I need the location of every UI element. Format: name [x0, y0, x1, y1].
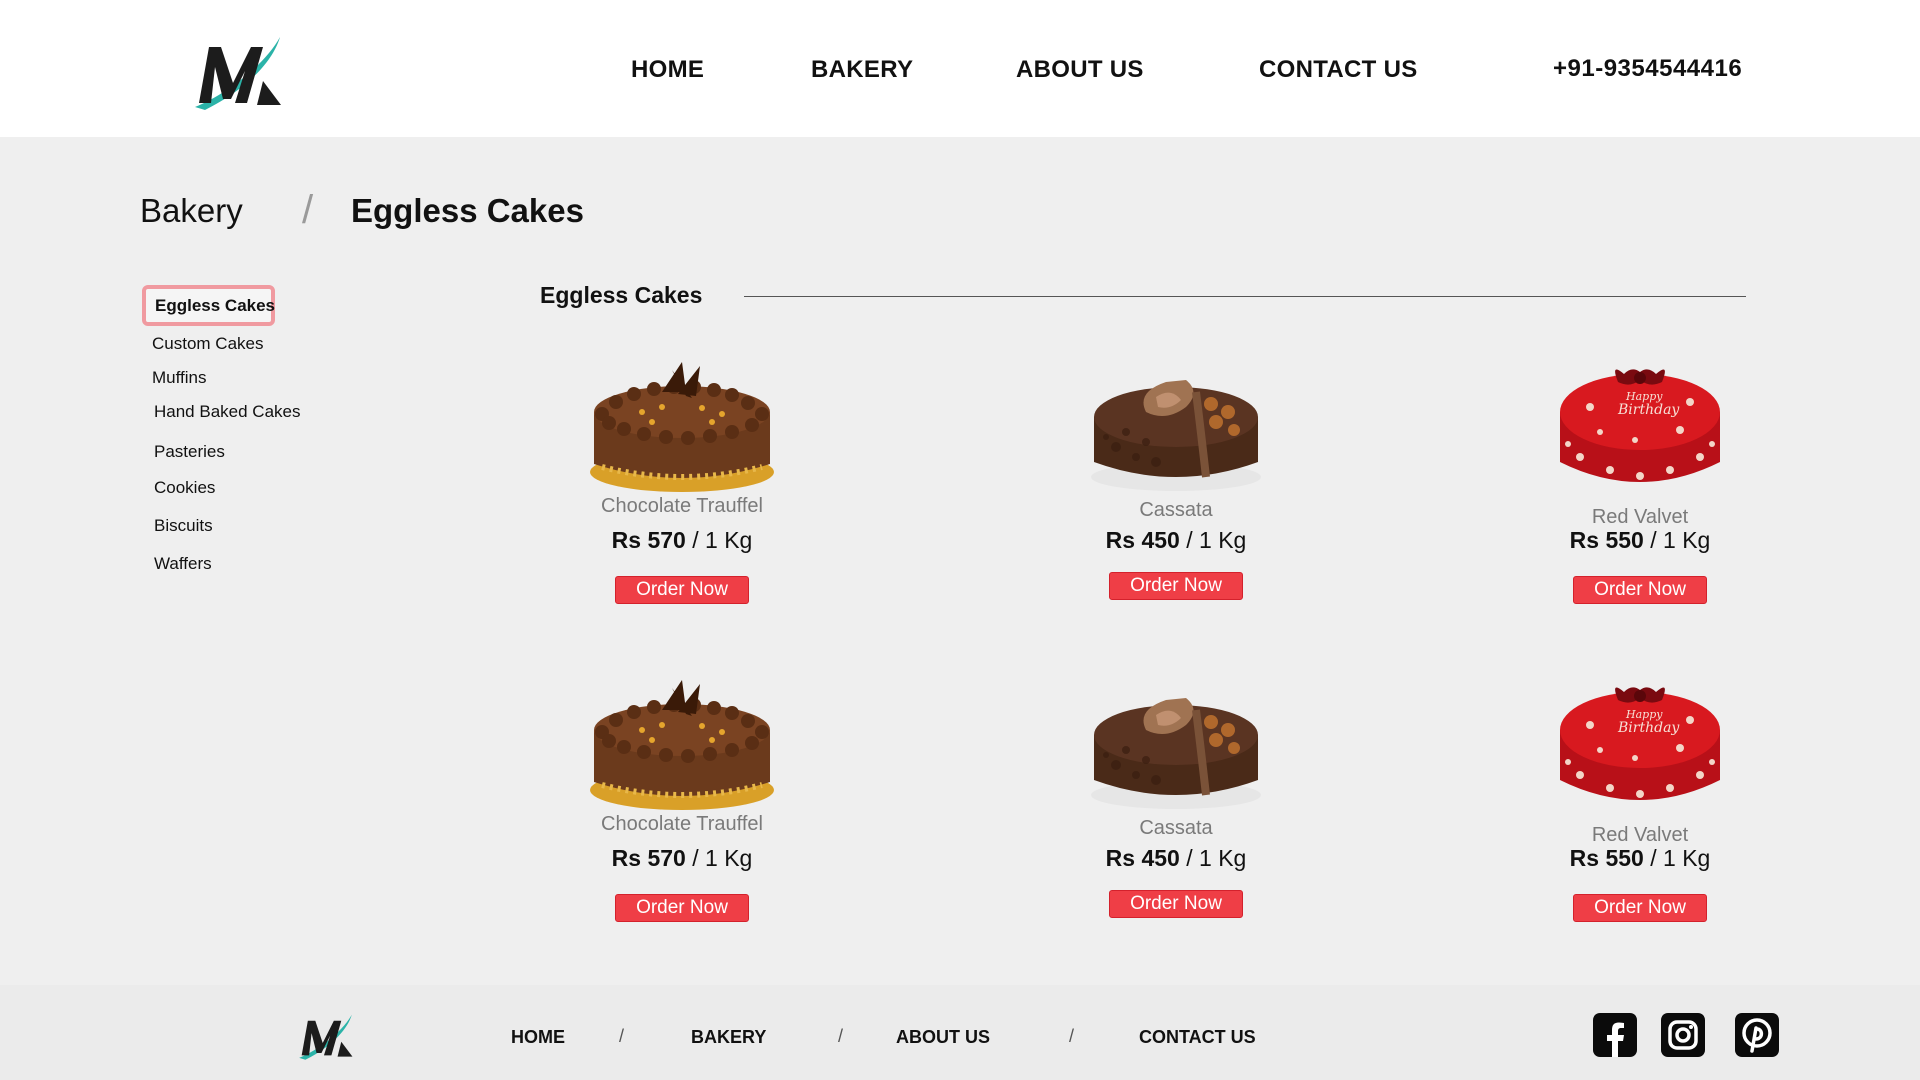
- section-title: Eggless Cakes: [540, 282, 703, 308]
- section-divider: [744, 296, 1746, 297]
- sidebar-item-pasteries[interactable]: Pasteries: [154, 442, 225, 462]
- product-name: Cassata: [1139, 817, 1213, 839]
- product-name: Red Valvet: [1591, 506, 1689, 528]
- footer-separator: /: [619, 1026, 625, 1046]
- product-name: Chocolate Trauffel: [601, 813, 763, 835]
- product-price: Rs 450 / 1 Kg: [1105, 845, 1247, 871]
- sidebar-item-biscuits[interactable]: Biscuits: [154, 516, 213, 536]
- order-now-button[interactable]: Order Now: [1109, 572, 1243, 600]
- product-price: Rs 550 / 1 Kg: [1569, 845, 1711, 871]
- product-name: Chocolate Trauffel: [601, 495, 763, 517]
- product-card: Cassata Rs 450 / 1 Kg Order Now: [1046, 670, 1306, 970]
- product-card: Chocolate Trauffel Rs 570 / 1 Kg Order N…: [552, 670, 812, 970]
- footer-separator: /: [838, 1026, 844, 1046]
- facebook-icon[interactable]: [1593, 1013, 1637, 1057]
- footer-logo[interactable]: [293, 1005, 358, 1065]
- sidebar-item-label: Eggless Cakes: [155, 295, 276, 315]
- nav-about-us[interactable]: ABOUT US: [1016, 56, 1144, 84]
- product-price: Rs 550 / 1 Kg: [1569, 527, 1711, 553]
- site-header: HOME BAKERY ABOUT US CONTACT US +91-9354…: [0, 0, 1920, 137]
- sidebar-item-waffers[interactable]: Waffers: [154, 554, 212, 574]
- cake-inscription: Happy Birthday: [1617, 390, 1680, 418]
- product-card: Happy Birthday Red Valvet Rs 550 / 1 Kg …: [1510, 352, 1770, 652]
- product-name: Red Valvet: [1591, 824, 1689, 846]
- instagram-icon[interactable]: [1661, 1013, 1705, 1057]
- product-card: Cassata Rs 450 / 1 Kg Order Now: [1046, 352, 1306, 652]
- red-velvet-cake-image[interactable]: [1540, 670, 1740, 820]
- chocolate-cake-image[interactable]: [582, 352, 782, 502]
- page-title: Eggless Cakes: [351, 192, 584, 229]
- order-now-button[interactable]: Order Now: [615, 894, 749, 922]
- svg-text:Birthday: Birthday: [1617, 402, 1680, 418]
- sidebar-item-custom-cakes[interactable]: Custom Cakes: [152, 334, 263, 354]
- product-card: Chocolate Trauffel Rs 570 / 1 Kg Order N…: [552, 352, 812, 652]
- order-now-button[interactable]: Order Now: [1573, 576, 1707, 604]
- phone-number[interactable]: +91-9354544416: [1553, 55, 1742, 83]
- order-now-button[interactable]: Order Now: [1109, 890, 1243, 918]
- sidebar-item-eggless-cakes[interactable]: Eggless Cakes: [142, 285, 275, 326]
- footer-nav-contact-us[interactable]: CONTACT US: [1139, 1027, 1256, 1048]
- brand-logo[interactable]: [185, 25, 290, 115]
- nav-home[interactable]: HOME: [631, 56, 704, 84]
- order-now-button[interactable]: Order Now: [615, 576, 749, 604]
- footer-nav-bakery[interactable]: BAKERY: [691, 1027, 766, 1048]
- breadcrumb-separator: /: [302, 188, 314, 232]
- sidebar-item-hand-baked-cakes[interactable]: Hand Baked Cakes: [154, 402, 300, 422]
- product-price: Rs 570 / 1 Kg: [611, 527, 753, 553]
- cassata-cake-image[interactable]: [1076, 352, 1276, 502]
- nav-bakery[interactable]: BAKERY: [811, 56, 913, 84]
- footer-separator: /: [1069, 1026, 1075, 1046]
- red-velvet-cake-image[interactable]: [1540, 352, 1740, 502]
- product-name: Cassata: [1139, 499, 1213, 521]
- footer-nav-about-us[interactable]: ABOUT US: [896, 1027, 990, 1048]
- svg-text:Birthday: Birthday: [1617, 720, 1680, 736]
- product-card: Happy Birthday Red Valvet Rs 550 / 1 Kg …: [1510, 670, 1770, 970]
- product-price: Rs 570 / 1 Kg: [611, 845, 753, 871]
- sidebar-item-cookies[interactable]: Cookies: [154, 478, 215, 498]
- cake-inscription: Happy Birthday: [1617, 708, 1680, 736]
- product-price: Rs 450 / 1 Kg: [1105, 527, 1247, 553]
- chocolate-cake-image[interactable]: [582, 670, 782, 820]
- order-now-button[interactable]: Order Now: [1573, 894, 1707, 922]
- breadcrumb-bakery[interactable]: Bakery: [140, 192, 243, 230]
- nav-contact-us[interactable]: CONTACT US: [1259, 56, 1418, 84]
- footer-nav-home[interactable]: HOME: [511, 1027, 565, 1048]
- site-footer: HOME / BAKERY / ABOUT US / CONTACT US: [0, 985, 1920, 1080]
- sidebar-item-muffins[interactable]: Muffins: [152, 368, 207, 388]
- cassata-cake-image[interactable]: [1076, 670, 1276, 820]
- pinterest-icon[interactable]: [1735, 1013, 1779, 1057]
